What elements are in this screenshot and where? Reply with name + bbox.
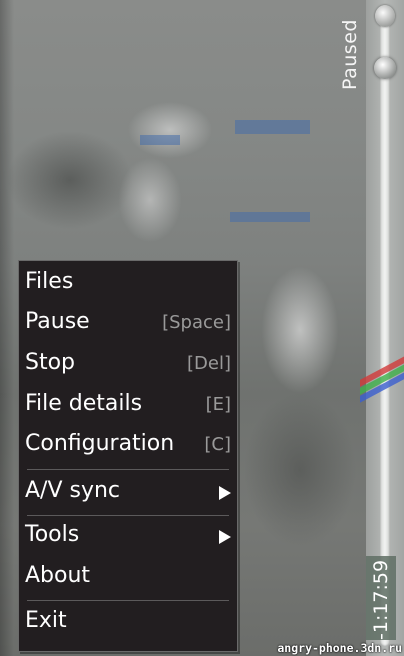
- seek-handle[interactable]: [374, 57, 396, 79]
- menu-item-label: Exit: [25, 608, 67, 633]
- menu-item-label: Stop: [25, 350, 76, 375]
- seek-bar-end-cap: [375, 5, 395, 27]
- menu-item-tools[interactable]: Tools: [19, 516, 237, 554]
- menu-item-shortcut: [Space]: [162, 312, 231, 333]
- menu-item-label: A/V sync: [25, 478, 121, 503]
- menu-item-exit[interactable]: Exit: [19, 602, 237, 640]
- time-remaining: -1:17:59: [370, 559, 392, 640]
- chevron-right-icon: [219, 486, 231, 500]
- menu-item-label: Pause: [25, 309, 90, 334]
- menu-item-file-details[interactable]: File details [E]: [19, 385, 237, 423]
- menu-item-label: File details: [25, 391, 143, 416]
- video-edge-shadow: [0, 0, 14, 656]
- watermark: angry-phone.3dn.ru: [277, 641, 402, 655]
- menu-separator: [27, 600, 229, 601]
- menu-item-configuration[interactable]: Configuration [C]: [19, 425, 237, 463]
- menu-item-stop[interactable]: Stop [Del]: [19, 344, 237, 382]
- video-detail-window: [235, 120, 310, 134]
- menu-separator: [27, 469, 229, 470]
- media-player-screen: Paused -1:17:59 Files Pause [Space] Stop…: [0, 0, 404, 656]
- menu-item-label: Files: [25, 269, 74, 294]
- video-detail-window: [230, 212, 310, 222]
- video-detail-window: [140, 135, 180, 145]
- menu-item-shortcut: [Del]: [187, 353, 231, 374]
- playback-status: Paused: [339, 19, 361, 90]
- rgb-stripes-decoration: [360, 345, 404, 405]
- menu-item-av-sync[interactable]: A/V sync: [19, 472, 237, 510]
- menu-item-label: Tools: [25, 522, 80, 547]
- menu-item-label: Configuration: [25, 431, 175, 456]
- chevron-right-icon: [219, 530, 231, 544]
- menu-item-shortcut: [E]: [205, 394, 231, 415]
- menu-item-label: About: [25, 563, 91, 588]
- menu-item-about[interactable]: About: [19, 557, 237, 595]
- seek-bar[interactable]: [380, 6, 390, 646]
- menu-item-pause[interactable]: Pause [Space]: [19, 303, 237, 341]
- menu-item-shortcut: [C]: [204, 434, 231, 455]
- context-menu: Files Pause [Space] Stop [Del] File deta…: [18, 260, 238, 652]
- menu-item-files[interactable]: Files: [19, 263, 237, 301]
